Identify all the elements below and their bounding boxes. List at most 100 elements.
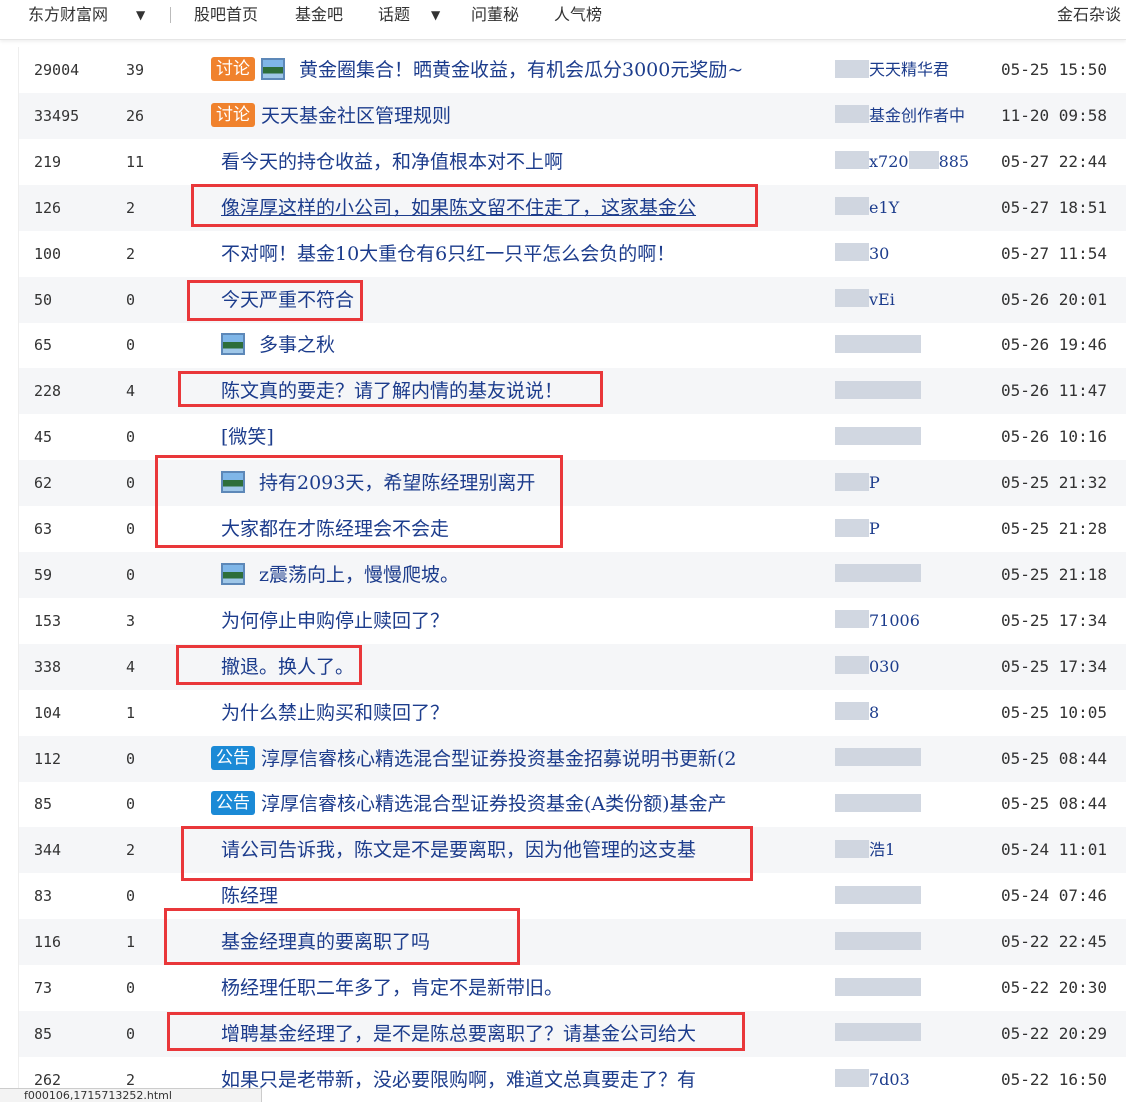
post-title-link[interactable]: 如果只是老带新，没必要限购啊，难道文总真要走了？有 <box>221 1069 696 1091</box>
post-author-link[interactable]: e1Y <box>835 185 995 231</box>
nav-fund-bar[interactable]: 基金吧 <box>295 3 343 27</box>
post-title-link[interactable]: 大家都在才陈经理会不会走 <box>221 518 449 540</box>
author-name: 7d03 <box>869 1069 910 1089</box>
post-title-cell: 公告 淳厚信睿核心精选混合型证券投资基金招募说明书更新(2 <box>203 736 833 782</box>
post-author-link[interactable] <box>835 368 995 414</box>
post-author-link[interactable]: 7d03 <box>835 1057 995 1102</box>
post-title-link[interactable]: [微笑] <box>221 426 274 448</box>
reply-count: 0 <box>126 290 136 309</box>
author-name: 浩1 <box>869 840 896 860</box>
read-count: 59 <box>34 565 53 584</box>
post-author-link[interactable] <box>835 736 995 782</box>
post-author-link[interactable]: x720 885 <box>835 139 995 185</box>
nav-ask-secretary[interactable]: 问董秘 <box>471 3 519 27</box>
post-title-link[interactable]: 杨经理任职二年多了，肯定不是新带旧。 <box>221 977 563 999</box>
post-author-link[interactable] <box>835 322 995 368</box>
post-author-link[interactable]: 71006 <box>835 598 995 644</box>
post-row: 100 2 不对啊！基金10大重仓有6只红一只平怎么会负的啊！ 30 05-27 11:… <box>19 231 1126 277</box>
post-row: 29004 39 讨论 黄金圈集合！晒黄金收益，有机会瓜分3000元奖励~ 天天精华君 0… <box>19 47 1126 93</box>
post-title-cell: 今天严重不符合 <box>203 277 833 323</box>
post-title-link[interactable]: 增聘基金经理了，是不是陈总要离职了？请基金公司给大 <box>221 1023 696 1045</box>
post-author-link[interactable] <box>835 965 995 1011</box>
reply-count: 0 <box>126 428 136 447</box>
post-author-link[interactable]: P <box>835 506 995 552</box>
post-author-link[interactable]: 天天精华君 <box>835 47 995 93</box>
post-row: 59 0 z震荡向上，慢慢爬坡。 05-25 21:18 <box>19 551 1126 598</box>
post-title-link[interactable]: 淳厚信睿核心精选混合型证券投资基金(A类份额)基金产 <box>261 793 727 815</box>
read-count: 338 <box>34 657 62 676</box>
post-author-link[interactable]: P <box>835 460 995 506</box>
post-row: 50 0 今天严重不符合 vEi 05-26 20:01 <box>19 276 1126 323</box>
post-title-link[interactable]: 基金经理真的要离职了吗 <box>221 931 430 953</box>
redacted-username <box>835 334 921 353</box>
post-title-link[interactable]: 今天严重不符合 <box>221 289 354 311</box>
post-author-link[interactable]: 30 <box>835 231 995 277</box>
post-title-link[interactable]: 陈经理 <box>221 885 278 907</box>
nav-popularity-rank[interactable]: 人气榜 <box>554 3 602 27</box>
post-title-cell: 陈经理 <box>203 873 833 919</box>
read-count: 116 <box>34 933 62 952</box>
read-count: 83 <box>34 887 53 906</box>
post-author-link[interactable]: vEi <box>835 277 995 323</box>
post-title-cell: 为什么禁止购买和赎回了？ <box>203 690 833 736</box>
nav-guba-home[interactable]: 股吧首页 <box>194 3 258 27</box>
post-title-link[interactable]: 黄金圈集合！晒黄金收益，有机会瓜分3000元奖励~ <box>299 59 743 81</box>
post-row: 85 0 公告 淳厚信睿核心精选混合型证券投资基金(A类份额)基金产 05-25 08:… <box>19 781 1126 827</box>
image-attachment-icon <box>221 471 245 494</box>
post-title-cell: 公告 淳厚信睿核心精选混合型证券投资基金(A类份额)基金产 <box>203 781 833 827</box>
post-title-cell: 持有2093天，希望陈经理别离开 <box>203 460 833 506</box>
post-author-link[interactable]: 8 <box>835 690 995 736</box>
author-name-suffix: 885 <box>938 151 970 171</box>
post-row: 126 2 像淳厚这样的小公司，如果陈文留不住走了，这家基金公 e1Y 05-27 18… <box>19 184 1126 231</box>
post-author-link[interactable]: 基金创作者中 <box>835 93 995 139</box>
post-author-link[interactable] <box>835 414 995 460</box>
redacted-username <box>835 1069 869 1088</box>
nav-jinshi-talk[interactable]: 金石杂谈 <box>1057 3 1121 27</box>
post-title-link[interactable]: 多事之秋 <box>259 334 335 356</box>
post-row: 112 0 公告 淳厚信睿核心精选混合型证券投资基金招募说明书更新(2 05-25 08… <box>19 735 1126 782</box>
read-count: 219 <box>34 152 62 171</box>
reply-count: 2 <box>126 198 136 217</box>
post-time: 05-26 20:01 <box>1001 289 1107 309</box>
post-author-link[interactable]: 浩1 <box>835 827 995 873</box>
post-time: 05-26 10:16 <box>1001 427 1107 447</box>
post-title-link[interactable]: 天天基金社区管理规则 <box>261 105 451 127</box>
post-title-cell: 为何停止申购停止赎回了？ <box>203 598 833 644</box>
post-author-link[interactable] <box>835 552 995 598</box>
post-author-link[interactable] <box>835 919 995 965</box>
post-row: 45 0 [微笑] 05-26 10:16 <box>19 414 1126 460</box>
author-name: 71006 <box>869 610 920 630</box>
post-title-link[interactable]: 持有2093天，希望陈经理别离开 <box>259 472 535 494</box>
post-time: 05-25 21:32 <box>1001 473 1107 493</box>
reply-count: 0 <box>126 1024 136 1043</box>
read-count: 45 <box>34 428 53 447</box>
post-title-link[interactable]: 不对啊！基金10大重仓有6只红一只平怎么会负的啊！ <box>221 243 675 265</box>
image-attachment-icon <box>221 562 245 585</box>
nav-topics[interactable]: 话题 <box>378 3 410 27</box>
reply-count: 0 <box>126 565 136 584</box>
redacted-username <box>908 151 939 170</box>
post-title-link[interactable]: 看今天的持仓收益，和净值根本对不上啊 <box>221 151 563 173</box>
post-author-link[interactable] <box>835 873 995 919</box>
read-count: 100 <box>34 244 62 263</box>
post-title-link[interactable]: 为什么禁止购买和赎回了？ <box>221 702 449 724</box>
post-author-link[interactable]: 030 <box>835 644 995 690</box>
post-title-link[interactable]: 像淳厚这样的小公司，如果陈文留不住走了，这家基金公 <box>221 197 696 219</box>
post-title-link[interactable]: 请公司告诉我，陈文是不是要离职，因为他管理的这支基 <box>221 839 696 861</box>
post-title-link[interactable]: z震荡向上，慢慢爬坡。 <box>259 564 459 586</box>
site-dropdown-caret-icon[interactable]: ▼ <box>136 5 145 25</box>
post-time: 05-25 08:44 <box>1001 794 1107 814</box>
site-logo-link[interactable]: 东方财富网 <box>28 3 108 27</box>
reply-count: 2 <box>126 841 136 860</box>
post-author-link[interactable] <box>835 781 995 827</box>
post-row: 153 3 为何停止申购停止赎回了？ 71006 05-25 17:34 <box>19 598 1126 644</box>
reply-count: 2 <box>126 244 136 263</box>
post-title-cell: 如果只是老带新，没必要限购啊，难道文总真要走了？有 <box>203 1057 833 1102</box>
post-title-link[interactable]: 为何停止申购停止赎回了？ <box>221 610 449 632</box>
post-title-link[interactable]: 撤退。换人了。 <box>221 656 354 678</box>
post-title-link[interactable]: 陈文真的要走？请了解内情的基友说说！ <box>221 380 563 402</box>
topics-dropdown-caret-icon[interactable]: ▼ <box>431 5 440 25</box>
post-title-link[interactable]: 淳厚信睿核心精选混合型证券投资基金招募说明书更新(2 <box>261 748 737 770</box>
post-author-link[interactable] <box>835 1011 995 1057</box>
post-row: 83 0 陈经理 05-24 07:46 <box>19 873 1126 919</box>
